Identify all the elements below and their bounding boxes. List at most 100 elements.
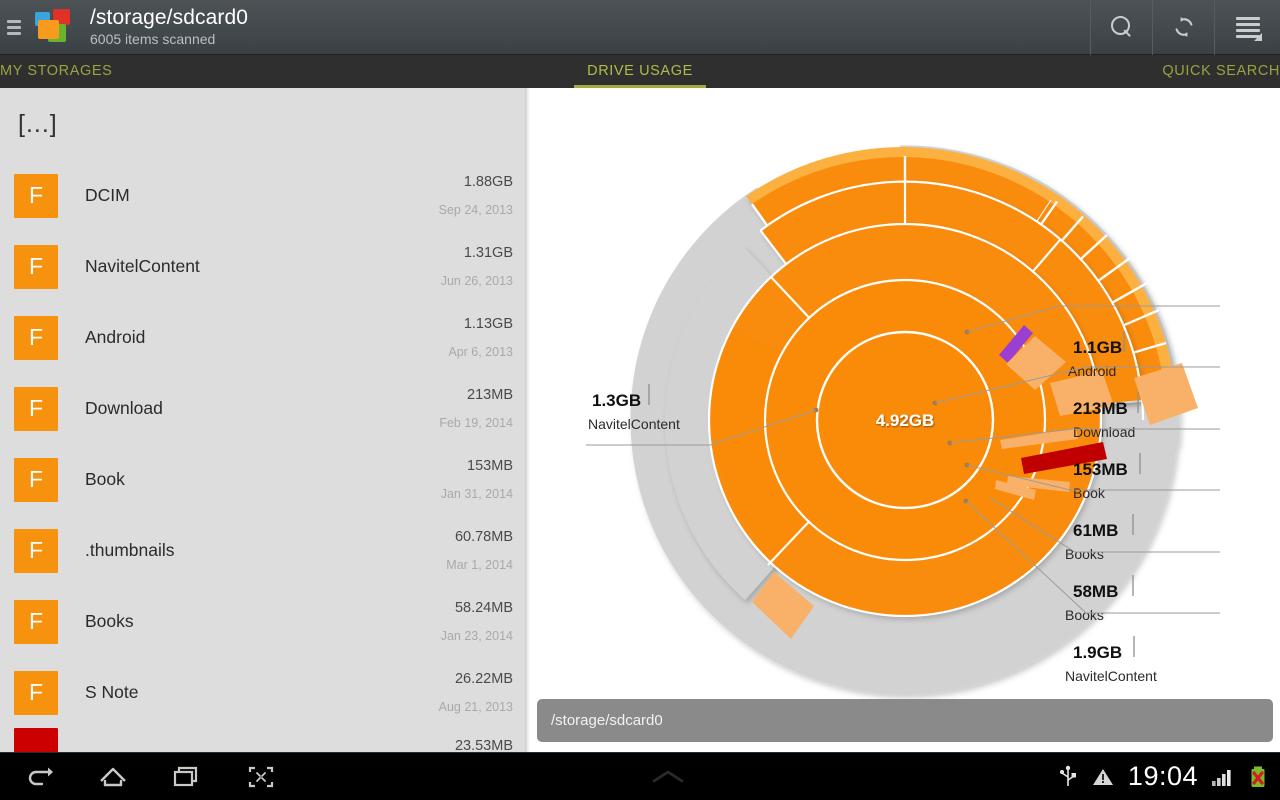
search-icon [1110, 16, 1133, 38]
list-item[interactable]: F .thumbnails 60.78MB Mar 1, 2014 [0, 515, 529, 586]
list-item-meta: 1.13GB Apr 6, 2013 [448, 316, 513, 359]
list-item[interactable]: F S Note 26.22MB Aug 21, 2013 [0, 657, 529, 728]
list-item-meta: 23.53MB [455, 728, 513, 752]
annotation-value: 1.3GB [592, 391, 641, 410]
tab-drive-usage-label: DRIVE USAGE [587, 62, 693, 79]
list-item-size: 1.31GB [463, 245, 513, 261]
screenshot-button[interactable] [244, 760, 278, 794]
back-icon [28, 767, 53, 785]
nav-buttons [0, 760, 278, 794]
home-icon [100, 767, 126, 786]
list-item-name: DCIM [85, 185, 130, 205]
list-item-name: S Note [85, 682, 139, 702]
list-item-date: Jun 26, 2013 [440, 274, 513, 288]
annotation-name: Book [1073, 485, 1106, 501]
header-actions [1090, 0, 1280, 55]
list-item-date: Feb 19, 2014 [439, 416, 513, 430]
list-item-date: Mar 1, 2014 [446, 558, 513, 572]
list-item[interactable]: F Book 153MB Jan 31, 2014 [0, 444, 529, 515]
header-title-block: /storage/sdcard0 6005 items scanned [90, 7, 1090, 47]
tab-bar: MY STORAGES DRIVE USAGE QUICK SEARCH [0, 55, 1280, 88]
annotation-value: 1.9GB [1073, 643, 1122, 662]
refresh-icon [1175, 17, 1192, 37]
chart-center-label: 4.92GB [876, 411, 935, 430]
overflow-menu-icon [1235, 17, 1262, 41]
annotation-name: Books [1065, 546, 1104, 562]
folder-icon: F [14, 315, 58, 360]
tab-my-storages-label: MY STORAGES [0, 62, 113, 79]
annotation-value: 213MB [1073, 399, 1128, 418]
signal-bars-icon [1212, 769, 1231, 786]
overflow-menu-button[interactable] [1214, 0, 1280, 55]
list-item-size: 153MB [467, 458, 513, 474]
page-title: /storage/sdcard0 [90, 6, 249, 30]
tab-quick-search[interactable]: QUICK SEARCH [853, 55, 1280, 88]
parent-dir-row[interactable]: [...] [0, 88, 529, 160]
annotation-name: NavitelContent [588, 416, 680, 432]
list-item-size: 26.22MB [454, 671, 513, 687]
list-item-date: Apr 6, 2013 [448, 345, 513, 359]
list-item[interactable]: F Download 213MB Feb 19, 2014 [0, 373, 529, 444]
search-button[interactable] [1090, 0, 1152, 55]
list-item[interactable]: F DCIM 1.88GB Sep 24, 2013 [0, 160, 529, 231]
list-item-size: 213MB [467, 387, 513, 403]
list-item-size: 1.88GB [463, 174, 513, 190]
status-clock: 19:04 [1127, 761, 1198, 791]
list-item[interactable]: F NavitelContent 1.31GB Jun 26, 2013 [0, 231, 529, 302]
list-item[interactable]: F Books 58.24MB Jan 23, 2014 [0, 586, 529, 657]
folder-icon: F [14, 244, 58, 289]
status-area[interactable]: 19:04 [1058, 761, 1280, 792]
list-item-meta: 1.31GB Jun 26, 2013 [441, 245, 513, 288]
squares-logo-icon [34, 8, 76, 46]
file-list-panel[interactable]: [...] F DCIM 1.88GB Sep 24, 2013 F Navit… [0, 88, 529, 752]
warning-icon [1092, 768, 1113, 785]
list-item-date: Jan 31, 2014 [440, 487, 513, 501]
list-item-meta: 60.78MB Mar 1, 2014 [446, 529, 513, 572]
recent-apps-button[interactable] [170, 760, 204, 794]
annotation-name: Android [1068, 363, 1116, 379]
list-item-meta: 58.24MB Jan 23, 2014 [441, 600, 513, 643]
list-item-meta: 153MB Jan 31, 2014 [441, 458, 513, 501]
list-item-date: Jan 23, 2014 [440, 629, 513, 643]
notification-handle[interactable] [278, 766, 1058, 788]
back-button[interactable] [22, 760, 56, 794]
folder-icon: F [14, 173, 58, 218]
folder-icon: F [14, 457, 58, 502]
list-item-meta: 26.22MB Aug 21, 2013 [439, 671, 513, 714]
battery-error-icon [1251, 766, 1265, 787]
folder-icon: F [14, 670, 58, 715]
list-item-date: Sep 24, 2013 [438, 203, 513, 217]
folder-icon: F [14, 386, 58, 431]
list-item-meta: 1.88GB Sep 24, 2013 [439, 174, 513, 217]
current-path-bar[interactable]: /storage/sdcard0 [537, 699, 1273, 742]
tab-drive-usage[interactable]: DRIVE USAGE [427, 55, 854, 88]
tab-quick-search-label: QUICK SEARCH [1162, 62, 1280, 79]
page-subtitle: 6005 items scanned [90, 31, 216, 48]
list-item-name: Android [85, 327, 146, 347]
tab-my-storages[interactable]: MY STORAGES [0, 55, 427, 88]
annotation-value: 1.1GB [1073, 338, 1122, 357]
list-item-name: Download [85, 398, 163, 418]
list-item-size: 23.53MB [454, 738, 513, 752]
home-button[interactable] [96, 760, 130, 794]
screen-root: /storage/sdcard0 6005 items scanned MY S… [0, 0, 1280, 800]
list-item-name: NavitelContent [85, 256, 200, 276]
list-item[interactable]: F Android 1.13GB Apr 6, 2013 [0, 302, 529, 373]
annotation-name: Books [1065, 607, 1104, 623]
drawer-handle-icon[interactable] [0, 0, 28, 55]
usb-icon [1059, 765, 1076, 786]
screenshot-icon [248, 766, 274, 787]
sunburst-svg[interactable]: 1.1GB Android 213MB Download 153MB Book … [530, 88, 1280, 752]
drive-usage-chart[interactable]: 1.1GB Android 213MB Download 153MB Book … [530, 88, 1280, 752]
app-header: /storage/sdcard0 6005 items scanned [0, 0, 1280, 55]
annotation-name: NavitelContent [1065, 668, 1157, 684]
system-navigation-bar: 19:04 [0, 752, 1280, 800]
refresh-button[interactable] [1152, 0, 1214, 55]
annotation-name: Download [1073, 424, 1135, 440]
list-item-size: 58.24MB [454, 600, 513, 616]
list-item-size: 1.13GB [463, 316, 513, 332]
list-item-meta: 213MB Feb 19, 2014 [439, 387, 513, 430]
list-item[interactable]: 23.53MB [0, 728, 529, 752]
annotation-value: 61MB [1073, 521, 1118, 540]
list-item-date: Aug 21, 2013 [438, 700, 513, 714]
